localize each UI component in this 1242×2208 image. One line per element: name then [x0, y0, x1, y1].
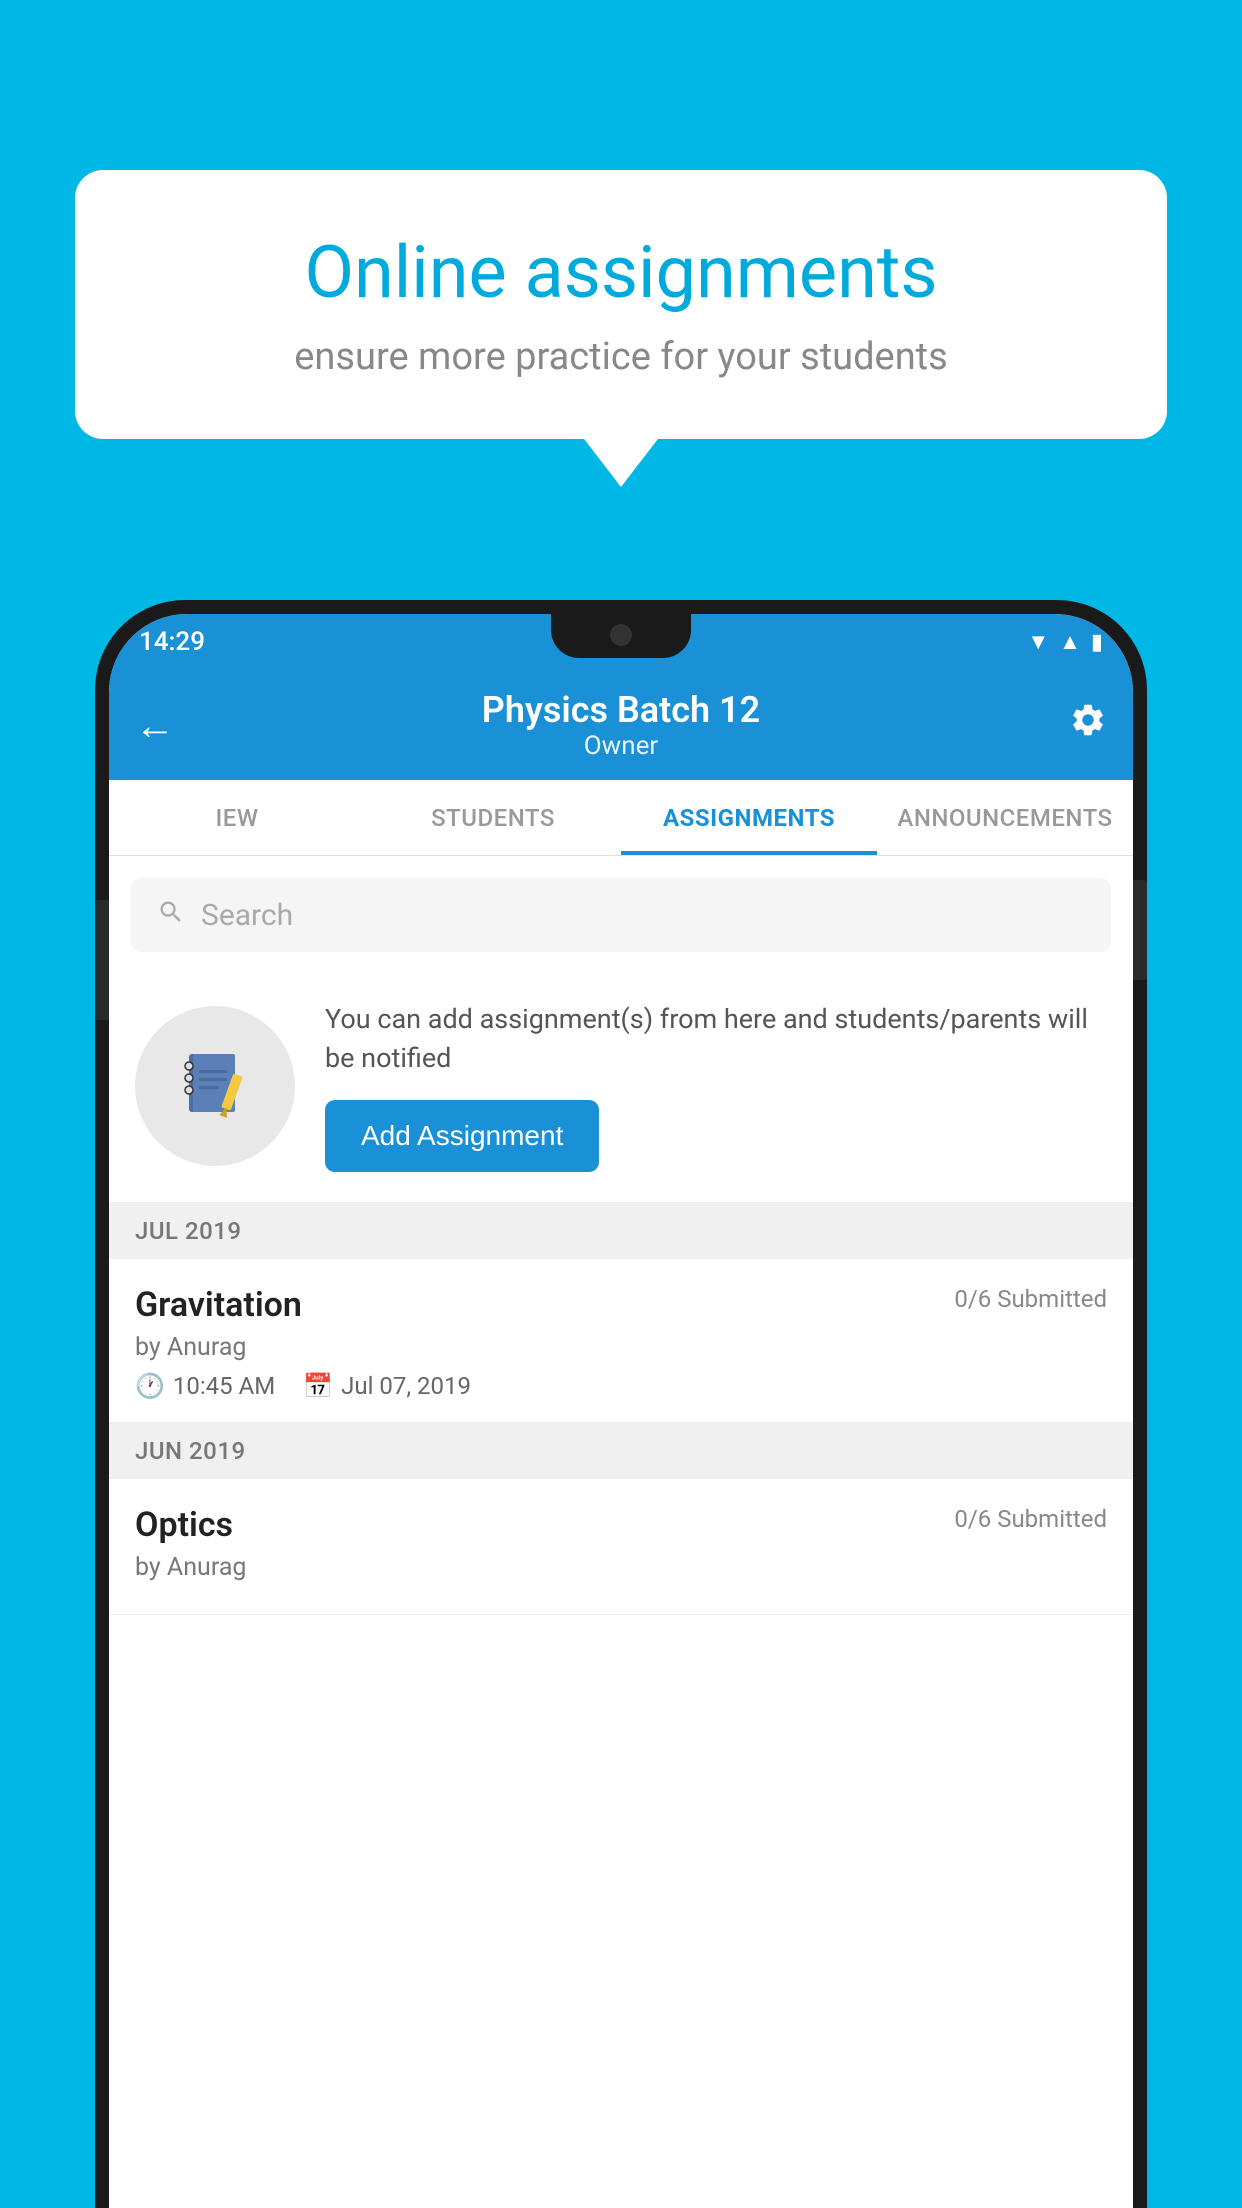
tab-students[interactable]: STUDENTS — [365, 780, 621, 855]
header-subtitle: Owner — [482, 731, 760, 761]
promo-text: You can add assignment(s) from here and … — [325, 1000, 1107, 1078]
assignment-submitted: 0/6 Submitted — [954, 1285, 1107, 1313]
assignment-date: Jul 07, 2019 — [341, 1372, 471, 1400]
tabs-bar: IEW STUDENTS ASSIGNMENTS ANNOUNCEMENTS — [109, 780, 1133, 856]
header-title-group: Physics Batch 12 Owner — [482, 689, 760, 761]
tab-announcements[interactable]: ANNOUNCEMENTS — [877, 780, 1133, 855]
speech-bubble-subtitle: ensure more practice for your students — [145, 335, 1097, 379]
search-bar[interactable]: Search — [131, 878, 1111, 952]
assignment-name-optics: Optics — [135, 1505, 233, 1545]
assignment-meta: 🕐 10:45 AM 📅 Jul 07, 2019 — [135, 1372, 1107, 1400]
phone-screen: 14:29 ▼ ▲ ▮ ← Physics Batch 12 Owner — [109, 614, 1133, 2208]
assignment-icon — [175, 1046, 255, 1126]
search-icon — [157, 896, 185, 934]
assignment-item-optics[interactable]: Optics 0/6 Submitted by Anurag — [109, 1479, 1133, 1615]
assignment-item-gravitation[interactable]: Gravitation 0/6 Submitted by Anurag 🕐 10… — [109, 1259, 1133, 1423]
promo-icon-circle — [135, 1006, 295, 1166]
tab-iew[interactable]: IEW — [109, 780, 365, 855]
content-area: Search — [109, 856, 1133, 2208]
back-button[interactable]: ← — [135, 702, 175, 749]
assignment-name: Gravitation — [135, 1285, 302, 1325]
tab-assignments[interactable]: ASSIGNMENTS — [621, 780, 877, 855]
volume-button — [95, 900, 109, 1020]
battery-icon: ▮ — [1091, 630, 1103, 655]
section-header-jul: JUL 2019 — [109, 1203, 1133, 1259]
phone-frame: 14:29 ▼ ▲ ▮ ← Physics Batch 12 Owner — [95, 600, 1147, 2208]
meta-date: 📅 Jul 07, 2019 — [303, 1372, 471, 1400]
section-header-jun: JUN 2019 — [109, 1423, 1133, 1479]
status-time: 14:29 — [139, 627, 205, 657]
assignment-submitted-optics: 0/6 Submitted — [954, 1505, 1107, 1533]
header-title: Physics Batch 12 — [482, 689, 760, 731]
phone-notch — [551, 614, 691, 658]
app-header: ← Physics Batch 12 Owner — [109, 670, 1133, 780]
power-button — [1133, 880, 1147, 980]
assignment-by: by Anurag — [135, 1333, 1107, 1362]
speech-bubble-container: Online assignments ensure more practice … — [75, 170, 1167, 439]
status-icons: ▼ ▲ ▮ — [1027, 629, 1103, 655]
speech-bubble: Online assignments ensure more practice … — [75, 170, 1167, 439]
meta-time: 🕐 10:45 AM — [135, 1372, 275, 1400]
search-placeholder: Search — [201, 898, 293, 933]
assignment-time: 10:45 AM — [173, 1372, 275, 1400]
assignment-top-optics: Optics 0/6 Submitted — [135, 1505, 1107, 1545]
add-assignment-button[interactable]: Add Assignment — [325, 1100, 599, 1172]
calendar-icon: 📅 — [303, 1372, 333, 1400]
signal-icon: ▲ — [1059, 629, 1081, 655]
wifi-icon: ▼ — [1027, 629, 1049, 655]
promo-right: You can add assignment(s) from here and … — [325, 1000, 1107, 1172]
promo-section: You can add assignment(s) from here and … — [109, 970, 1133, 1203]
speech-bubble-title: Online assignments — [145, 230, 1097, 315]
clock-icon: 🕐 — [135, 1372, 165, 1400]
assignment-top: Gravitation 0/6 Submitted — [135, 1285, 1107, 1325]
settings-button[interactable] — [1069, 701, 1107, 749]
assignment-by-optics: by Anurag — [135, 1553, 1107, 1582]
